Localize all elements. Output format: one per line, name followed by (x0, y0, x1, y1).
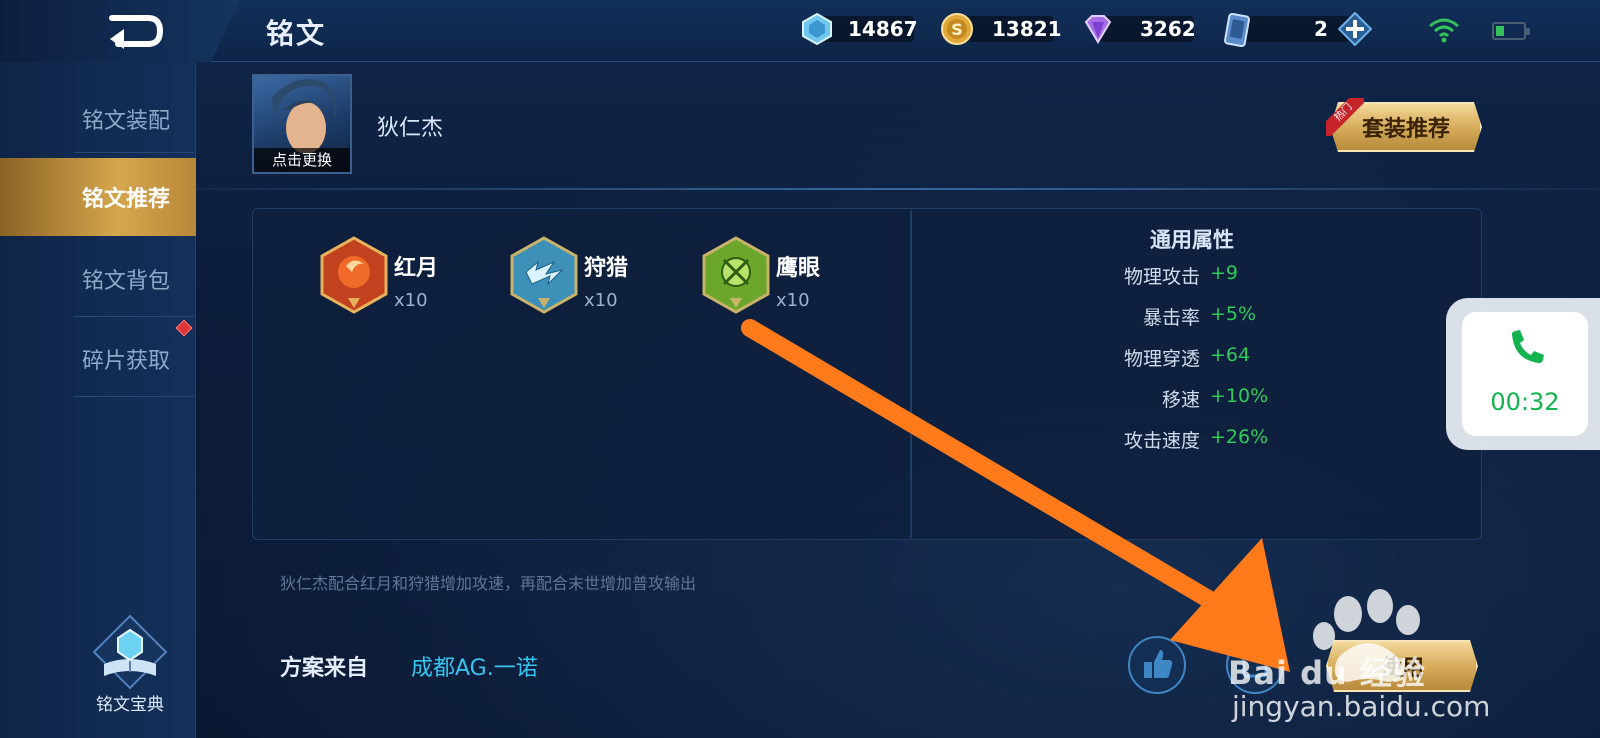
set-recommend-label: 套装推荐 (1361, 117, 1450, 142)
currency-gold: S 13821 (940, 12, 1062, 46)
currency-card: 2 (1222, 11, 1373, 48)
attribute-name: 物理穿透 (1123, 348, 1200, 370)
attribute-value: +64 (1210, 344, 1251, 366)
like-button[interactable] (1128, 636, 1186, 694)
call-floating-window[interactable]: 00:32 (1462, 312, 1588, 436)
top-bar: 铭文 14867 S 13821 3262 2 (0, 0, 1600, 62)
add-card-button[interactable] (1337, 11, 1373, 47)
plus-icon (1337, 11, 1373, 47)
attribute-value: +9 (1210, 262, 1239, 284)
panel-divider (910, 210, 912, 538)
sidebar-item-inscription-bag[interactable]: 铭文背包 (0, 240, 196, 318)
crystal-icon (800, 12, 834, 46)
sidebar-item-label: 铭文背包 (82, 269, 171, 294)
sidebar-item-label: 铭文装配 (82, 109, 171, 134)
currency-diamond: 3262 (1080, 12, 1196, 46)
battery-icon (1492, 22, 1530, 40)
currency-crystal: 14867 (800, 12, 918, 46)
red-moon-rune-icon (320, 236, 388, 314)
plan-description: 狄仁杰配合红月和狩猎增加攻速，再配合末世增加普攻输出 (280, 574, 697, 593)
hawk-eye-rune-icon (702, 236, 770, 314)
diamond-icon (1080, 12, 1114, 46)
sidebar-divider (74, 316, 194, 317)
svg-text:S: S (951, 20, 963, 39)
gold-coin-icon: S (940, 12, 974, 46)
hunt-rune-icon (510, 236, 578, 314)
sidebar-divider (74, 152, 194, 153)
thumbs-up-icon (1144, 650, 1173, 678)
attribute-value: +5% (1210, 303, 1257, 325)
sidebar-item-inscription-equip[interactable]: 铭文装配 (0, 80, 196, 158)
page-title: 铭文 (266, 17, 327, 50)
codex-label: 铭文宝典 (96, 695, 164, 715)
watermark-url: jingyan.baidu.com (1232, 690, 1491, 723)
codex-book-icon (92, 614, 168, 690)
rune-name: 鹰眼 (776, 256, 821, 281)
hot-badge: 热门 (1326, 98, 1364, 136)
source-author-link[interactable]: 成都AG.一诺 (411, 650, 538, 682)
attribute-name: 移速 (1161, 389, 1200, 411)
attribute-name: 攻击速度 (1123, 430, 1200, 452)
back-arrow-icon (109, 15, 164, 49)
hero-avatar[interactable]: 点击更换 (252, 74, 352, 174)
watermark-brand: Bai du 经验 (1228, 654, 1426, 692)
rune-count: x10 (776, 290, 810, 311)
attribute-row: 物理攻击 +9 (1060, 262, 1360, 292)
section-divider (196, 188, 1600, 190)
rune-name: 红月 (394, 256, 439, 281)
sidebar-item-label: 碎片获取 (82, 349, 171, 374)
source-label: 方案来自 (280, 656, 369, 681)
phone-icon (1512, 330, 1544, 363)
attribute-value: +26% (1210, 426, 1269, 448)
hero-name: 狄仁杰 (377, 116, 444, 141)
card-count: 2 (1314, 17, 1328, 41)
sidebar-item-fragment-obtain[interactable]: 碎片获取 (0, 320, 196, 398)
rune-count: x10 (584, 290, 618, 311)
attribute-name: 暴击率 (1142, 307, 1200, 329)
wifi-icon (1429, 18, 1459, 43)
sidebar-item-inscription-recommend[interactable]: 铭文推荐 (0, 158, 196, 236)
diamond-count: 3262 (1140, 17, 1196, 41)
sidebar-item-label: 铭文推荐 (82, 187, 171, 212)
rune-count: x10 (394, 290, 428, 311)
rune-name: 狩猎 (584, 256, 629, 281)
crystal-count: 14867 (848, 17, 918, 41)
attributes-title: 通用属性 (1150, 228, 1234, 252)
sidebar-divider (74, 396, 194, 397)
gold-count: 13821 (992, 17, 1062, 41)
attribute-value: +10% (1210, 385, 1269, 407)
attribute-row: 移速 +10% (1060, 385, 1360, 415)
back-button[interactable] (104, 12, 166, 50)
attribute-name: 物理攻击 (1123, 266, 1200, 288)
change-hero-label: 点击更换 (254, 148, 350, 172)
attribute-row: 攻击速度 +26% (1060, 426, 1360, 456)
attribute-row: 暴击率 +5% (1060, 303, 1360, 333)
call-timer: 00:32 (1490, 388, 1560, 416)
card-icon (1222, 12, 1256, 48)
inscription-codex-button[interactable]: 铭文宝典 (82, 612, 178, 722)
attribute-row: 物理穿透 +64 (1060, 344, 1360, 374)
